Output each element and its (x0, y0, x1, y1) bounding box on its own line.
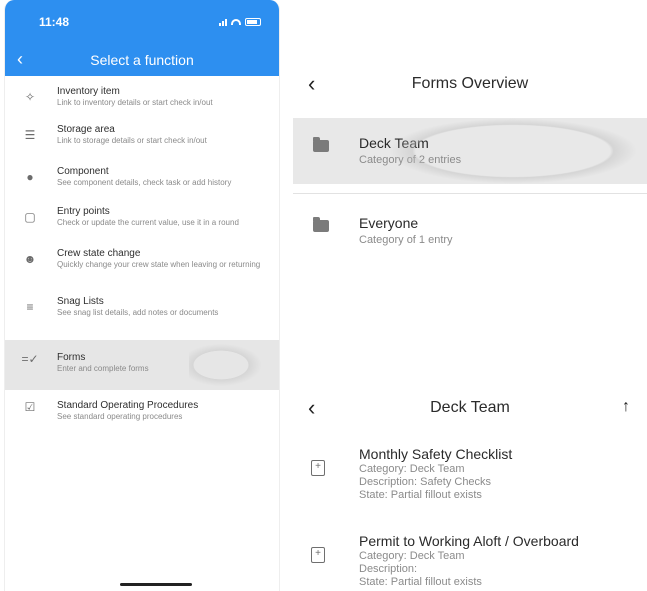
function-item-entry-points[interactable]: ▢ Entry points Check or update the curre… (5, 206, 279, 248)
arrow-up-icon[interactable]: ↑ (622, 398, 630, 416)
checklist-icon: ≡ (26, 300, 34, 314)
form-title: Monthly Safety Checklist (359, 446, 513, 462)
function-item-forms[interactable]: =✓ Forms Enter and complete forms (5, 340, 279, 390)
function-title: Inventory item (57, 86, 120, 97)
function-item-crew-state[interactable]: ☻ Crew state change Quickly change your … (5, 248, 279, 296)
function-subtitle: See snag list details, add notes or docu… (57, 308, 219, 317)
category-row[interactable]: Everyone Category of 1 entry (293, 214, 647, 264)
function-title: Standard Operating Procedures (57, 400, 199, 411)
category-divider (293, 193, 647, 194)
app-bar: ‹ Select a function (5, 44, 279, 76)
overview-header: Forms Overview (293, 68, 647, 100)
form-row[interactable]: + Monthly Safety Checklist Category: Dec… (293, 446, 647, 516)
category-row[interactable]: Deck Team Category of 2 entries (293, 118, 647, 184)
function-title: Component (57, 166, 109, 177)
category-title: Everyone (359, 215, 419, 231)
form-state: State: Partial fillout exists (359, 489, 482, 501)
function-item-component[interactable]: ● Component See component details, check… (5, 166, 279, 206)
function-subtitle: See component details, check task or add… (57, 178, 232, 187)
function-subtitle: See standard operating procedures (57, 412, 183, 421)
back-icon[interactable]: ‹ (17, 48, 23, 70)
deck-header: Deck Team (293, 392, 647, 424)
battery-icon (245, 18, 261, 26)
form-state: State: Partial fillout exists (359, 576, 482, 588)
folder-icon (313, 217, 329, 232)
lightbulb-icon: ● (26, 170, 34, 184)
function-subtitle: Enter and complete forms (57, 364, 149, 373)
function-title: Storage area (57, 124, 115, 135)
category-subtitle: Category of 1 entry (359, 234, 453, 246)
function-title: Snag Lists (57, 296, 104, 307)
function-item-storage[interactable]: ☰ Storage area Link to storage details o… (5, 124, 279, 166)
home-indicator (120, 583, 192, 586)
form-title: Permit to Working Aloft / Overboard (359, 533, 579, 549)
overview-title: Forms Overview (411, 75, 529, 92)
category-subtitle: Category of 2 entries (359, 154, 462, 166)
form-category: Category: Deck Team (359, 550, 465, 562)
calendar-check-icon: ☑ (24, 400, 36, 414)
function-subtitle: Check or update the current value, use i… (57, 218, 239, 227)
function-item-sop[interactable]: ☑ Standard Operating Procedures See stan… (5, 390, 279, 430)
form-category: Category: Deck Team (359, 463, 465, 475)
folder-icon (313, 137, 329, 152)
status-bar: 11:48 (5, 0, 279, 44)
function-item-inventory[interactable]: ✧ Inventory item Link to inventory detai… (5, 86, 279, 124)
entry-points-icon: ▢ (24, 210, 36, 224)
page-title: Select a function (90, 52, 194, 68)
forms-icon: =✓ (21, 352, 39, 366)
add-document-icon: + (311, 460, 325, 476)
crew-icon: ☻ (23, 252, 37, 266)
add-document-icon: + (311, 547, 325, 563)
wifi-icon (231, 19, 241, 25)
function-picker-screen: 11:48 ‹ Select a function ✧ Inventory it… (4, 0, 280, 591)
status-icons (219, 18, 261, 26)
signal-icon (219, 18, 227, 26)
puzzle-icon: ✧ (24, 90, 36, 104)
form-description: Description: Safety Checks (359, 476, 492, 488)
function-subtitle: Link to inventory details or start check… (57, 98, 213, 107)
status-time: 11:48 (39, 15, 70, 29)
function-title: Entry points (57, 206, 110, 217)
category-title: Deck Team (359, 135, 429, 151)
list-icon: ☰ (24, 128, 36, 142)
function-subtitle: Quickly change your crew state when leav… (57, 260, 261, 269)
function-item-snag-lists[interactable]: ≡ Snag Lists See snag list details, add … (5, 296, 279, 336)
deck-title: Deck Team (430, 399, 510, 416)
function-title: Crew state change (57, 248, 141, 259)
function-title: Forms (57, 352, 86, 363)
function-subtitle: Link to storage details or start check i… (57, 136, 207, 145)
form-row[interactable]: + Permit to Working Aloft / Overboard Ca… (293, 533, 647, 591)
form-description: Description: (359, 563, 418, 575)
